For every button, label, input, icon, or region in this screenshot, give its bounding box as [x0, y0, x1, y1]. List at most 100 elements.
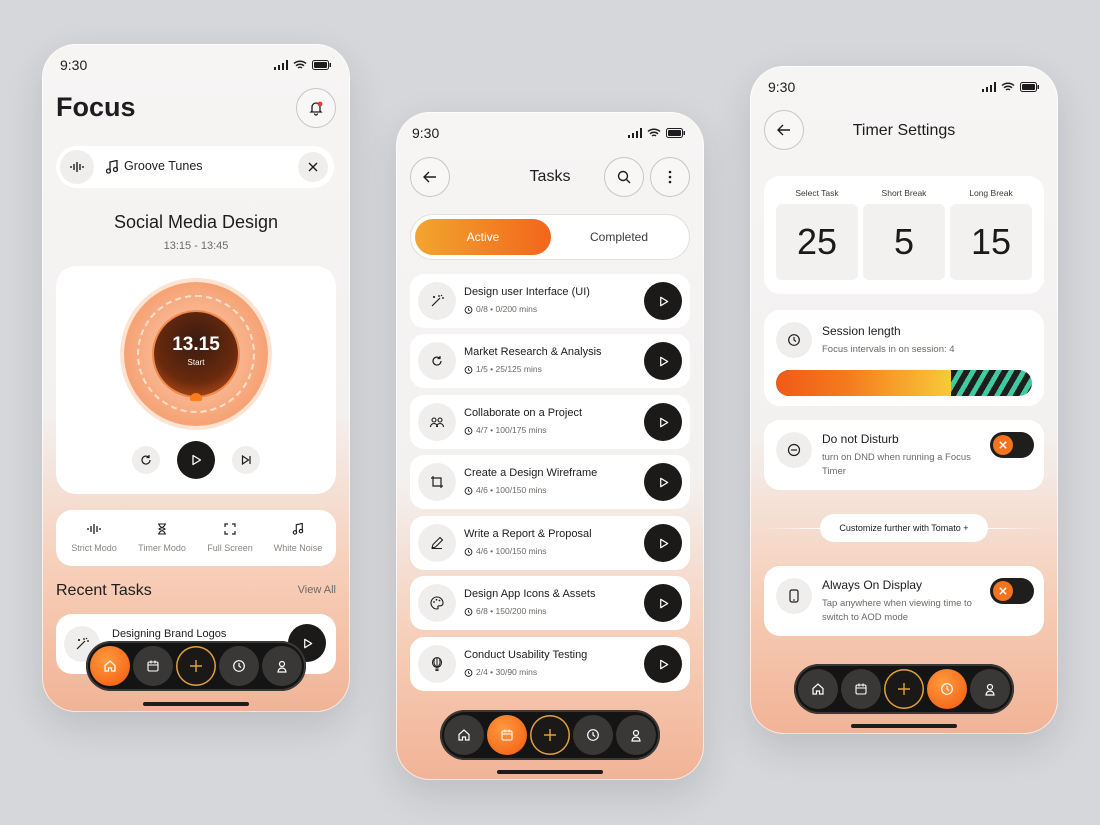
mode-label: Timer Modo	[138, 543, 186, 553]
short-break-value[interactable]: 5	[863, 204, 945, 280]
session-length-card: Session length Focus intervals in on ses…	[764, 310, 1044, 406]
play-icon	[303, 638, 312, 648]
nav-clock[interactable]	[573, 715, 613, 755]
customize-button[interactable]: Customize further with Tomato +	[820, 514, 988, 542]
toggle-knob	[993, 435, 1013, 455]
task-icon-wrap	[418, 342, 456, 380]
task-play-button[interactable]	[644, 584, 682, 622]
mode-label: Strict Modo	[71, 543, 117, 553]
task-row[interactable]: Collaborate on a Project 4/7 • 100/175 m…	[410, 395, 690, 449]
dnd-toggle[interactable]	[990, 432, 1034, 458]
nav-add[interactable]	[176, 646, 216, 686]
search-button[interactable]	[604, 157, 644, 197]
nav-home[interactable]	[444, 715, 484, 755]
signal-icon	[982, 82, 996, 92]
task-row[interactable]: Design user Interface (UI) 0/8 • 0/200 m…	[410, 274, 690, 328]
nav-calendar[interactable]	[487, 715, 527, 755]
nav-profile[interactable]	[616, 715, 656, 755]
home-icon	[458, 729, 470, 741]
timer-icon	[464, 365, 473, 374]
calendar-icon	[147, 660, 159, 672]
mode-strict[interactable]: Strict Modo	[60, 523, 128, 553]
task-play-button[interactable]	[644, 282, 682, 320]
nav-clock[interactable]	[219, 646, 259, 686]
more-button[interactable]	[650, 157, 690, 197]
wifi-icon	[1001, 82, 1015, 91]
aod-title: Always On Display	[822, 578, 923, 592]
status-bar: 9:30	[396, 112, 704, 154]
session-length-slider[interactable]	[776, 370, 1032, 396]
task-row[interactable]: Write a Report & Proposal 4/6 • 100/150 …	[410, 516, 690, 570]
nav-home[interactable]	[798, 669, 838, 709]
play-icon	[659, 356, 668, 366]
timer-card: 13.15 Start	[56, 266, 336, 494]
mode-timer[interactable]: Timer Modo	[128, 523, 196, 553]
task-row[interactable]: Conduct Usability Testing 2/4 • 30/90 mi…	[410, 637, 690, 691]
search-icon	[617, 170, 631, 184]
session-title: Social Media Design	[113, 212, 279, 232]
music-player-bar[interactable]: Groove Tunes	[56, 146, 334, 188]
timer-icon	[464, 426, 473, 435]
bottom-nav	[440, 710, 660, 760]
timer-icon	[464, 486, 473, 495]
dnd-title: Do not Disturb	[822, 432, 899, 446]
long-break-label: Long Break	[969, 188, 1013, 198]
crop-icon	[431, 476, 443, 488]
nav-calendar[interactable]	[133, 646, 173, 686]
select-task-label: Select Task	[795, 188, 839, 198]
aod-subtitle: Tap anywhere when viewing time to switch…	[822, 598, 972, 623]
tab-completed[interactable]: Completed	[551, 219, 687, 255]
waveform-button[interactable]	[60, 150, 94, 184]
task-play-button[interactable]	[644, 463, 682, 501]
play-button[interactable]	[177, 441, 215, 479]
select-task-value[interactable]: 25	[776, 204, 858, 280]
task-play-button[interactable]	[644, 342, 682, 380]
nav-profile[interactable]	[970, 669, 1010, 709]
close-music-button[interactable]	[298, 152, 328, 182]
nav-add[interactable]	[530, 715, 570, 755]
nav-home[interactable]	[90, 646, 130, 686]
task-row[interactable]: Market Research & Analysis 1/5 • 25/125 …	[410, 334, 690, 388]
reset-button[interactable]	[132, 446, 160, 474]
play-icon	[659, 296, 668, 306]
long-break-value[interactable]: 15	[950, 204, 1032, 280]
bell-icon	[309, 101, 323, 116]
aod-toggle[interactable]	[990, 578, 1034, 604]
nav-add[interactable]	[884, 669, 924, 709]
focus-screen: 9:30 Focus Groove Tunes Social Media Des…	[42, 44, 350, 712]
home-icon	[104, 660, 116, 672]
nav-calendar[interactable]	[841, 669, 881, 709]
plus-icon	[190, 660, 202, 672]
view-all-link[interactable]: View All	[298, 584, 336, 596]
music-note-icon	[292, 523, 304, 535]
status-time: 9:30	[412, 125, 440, 141]
battery-icon	[1020, 82, 1039, 92]
task-row[interactable]: Design App Icons & Assets 6/8 • 150/200 …	[410, 576, 690, 630]
divider-line-left	[764, 528, 820, 529]
nav-clock[interactable]	[927, 669, 967, 709]
nav-profile[interactable]	[262, 646, 302, 686]
task-play-button[interactable]	[644, 403, 682, 441]
tab-active[interactable]: Active	[415, 219, 551, 255]
close-icon	[999, 441, 1007, 449]
session-subtitle: Focus intervals in on session: 4	[822, 344, 955, 355]
phone-icon	[789, 589, 799, 603]
mode-white-noise[interactable]: White Noise	[264, 523, 332, 553]
dnd-icon-wrap	[776, 432, 812, 468]
reset-icon	[141, 455, 151, 465]
timer-dial[interactable]: 13.15 Start	[124, 282, 268, 426]
task-row[interactable]: Create a Design Wireframe 4/6 • 100/150 …	[410, 455, 690, 509]
user-icon	[277, 660, 287, 673]
skip-icon	[241, 454, 251, 466]
tab-active-label: Active	[466, 230, 500, 244]
home-icon	[812, 683, 824, 695]
clock-icon	[233, 660, 245, 672]
notification-button[interactable]	[296, 88, 336, 128]
task-play-button[interactable]	[644, 524, 682, 562]
skip-button[interactable]	[232, 446, 260, 474]
task-play-button[interactable]	[644, 645, 682, 683]
mode-fullscreen[interactable]: Full Screen	[196, 523, 264, 553]
do-not-disturb-icon	[787, 443, 801, 457]
tab-switcher: Active Completed	[410, 214, 690, 260]
balloon-icon	[431, 657, 443, 671]
